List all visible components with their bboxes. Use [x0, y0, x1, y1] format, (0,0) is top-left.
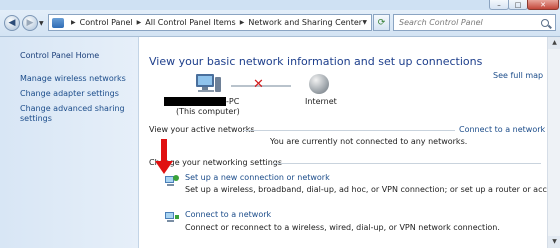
- page-title: View your basic network information and …: [149, 55, 483, 68]
- scroll-down-icon[interactable]: ▼: [548, 236, 560, 248]
- connect-network-icon: [165, 212, 179, 222]
- sidebar: Control Panel Home Manage wireless netwo…: [0, 37, 139, 248]
- search-icon[interactable]: [541, 18, 549, 27]
- redacted-name: [164, 97, 226, 106]
- computer-name-suffix: -PC: [226, 97, 240, 106]
- search-placeholder: Search Control Panel: [399, 18, 483, 27]
- computer-icon: [196, 74, 221, 92]
- active-network-status: You are currently not connected to any n…: [270, 137, 468, 146]
- connect-network-desc: Connect or reconnect to a wireless, wire…: [185, 223, 500, 232]
- see-full-map-link[interactable]: See full map: [493, 71, 543, 80]
- disconnected-x-icon: ✕: [253, 77, 264, 92]
- breadcrumb-control-panel[interactable]: Control Panel: [80, 18, 133, 27]
- refresh-icon: ⟳: [377, 17, 386, 28]
- forward-button[interactable]: ▶: [22, 15, 38, 31]
- internet-label: Internet: [305, 97, 337, 106]
- main-content: View your basic network information and …: [139, 37, 560, 248]
- divider: [273, 163, 541, 164]
- setup-connection-desc: Set up a wireless, broadband, dial-up, a…: [185, 185, 560, 194]
- address-bar[interactable]: ▶ Control Panel ▶ All Control Panel Item…: [48, 14, 372, 31]
- active-networks-label: View your active networks: [149, 125, 255, 134]
- breadcrumb-chevron-icon[interactable]: ▶: [71, 19, 76, 26]
- back-arrow-icon: ◀: [8, 18, 16, 28]
- breadcrumb-all-items[interactable]: All Control Panel Items: [145, 18, 235, 27]
- computer-name: -PC: [164, 97, 239, 106]
- search-input[interactable]: Search Control Panel: [393, 14, 556, 31]
- sidebar-home-link[interactable]: Control Panel Home: [20, 51, 99, 60]
- connect-to-network-task-link[interactable]: Connect to a network: [185, 210, 271, 219]
- scroll-up-icon[interactable]: ▲: [548, 37, 560, 49]
- breadcrumb-network-sharing[interactable]: Network and Sharing Center: [248, 18, 362, 27]
- setup-connection-link[interactable]: Set up a new connection or network: [185, 173, 330, 182]
- refresh-button[interactable]: ⟳: [373, 14, 390, 31]
- breadcrumb-chevron-icon[interactable]: ▶: [240, 19, 245, 26]
- divider: [243, 130, 455, 131]
- maximize-button[interactable]: □: [508, 0, 528, 10]
- red-pointer-arrow: [155, 139, 173, 174]
- sidebar-item-adapter-settings[interactable]: Change adapter settings: [20, 89, 132, 99]
- recent-pages-dropdown-icon[interactable]: ▼: [39, 20, 44, 27]
- sidebar-item-advanced-sharing[interactable]: Change advanced sharing settings: [20, 104, 132, 124]
- control-panel-icon: [52, 17, 64, 28]
- new-connection-icon: [165, 175, 179, 186]
- title-bar: [0, 0, 560, 10]
- internet-globe-icon: [309, 74, 329, 94]
- vertical-scrollbar[interactable]: ▲ ▼: [547, 37, 560, 248]
- minimize-button[interactable]: –: [489, 0, 509, 10]
- close-button[interactable]: ✕: [527, 0, 559, 10]
- connect-to-network-link[interactable]: Connect to a network: [459, 125, 545, 134]
- computer-sublabel: (This computer): [176, 107, 240, 116]
- address-row: ◀ ▶ ▼ ▶ Control Panel ▶ All Control Pane…: [0, 10, 560, 37]
- breadcrumb-chevron-icon[interactable]: ▶: [137, 19, 142, 26]
- back-button[interactable]: ◀: [4, 15, 20, 31]
- sidebar-item-manage-wireless[interactable]: Manage wireless networks: [20, 74, 132, 84]
- forward-arrow-icon: ▶: [26, 18, 34, 28]
- address-dropdown-icon[interactable]: ▼: [362, 19, 367, 26]
